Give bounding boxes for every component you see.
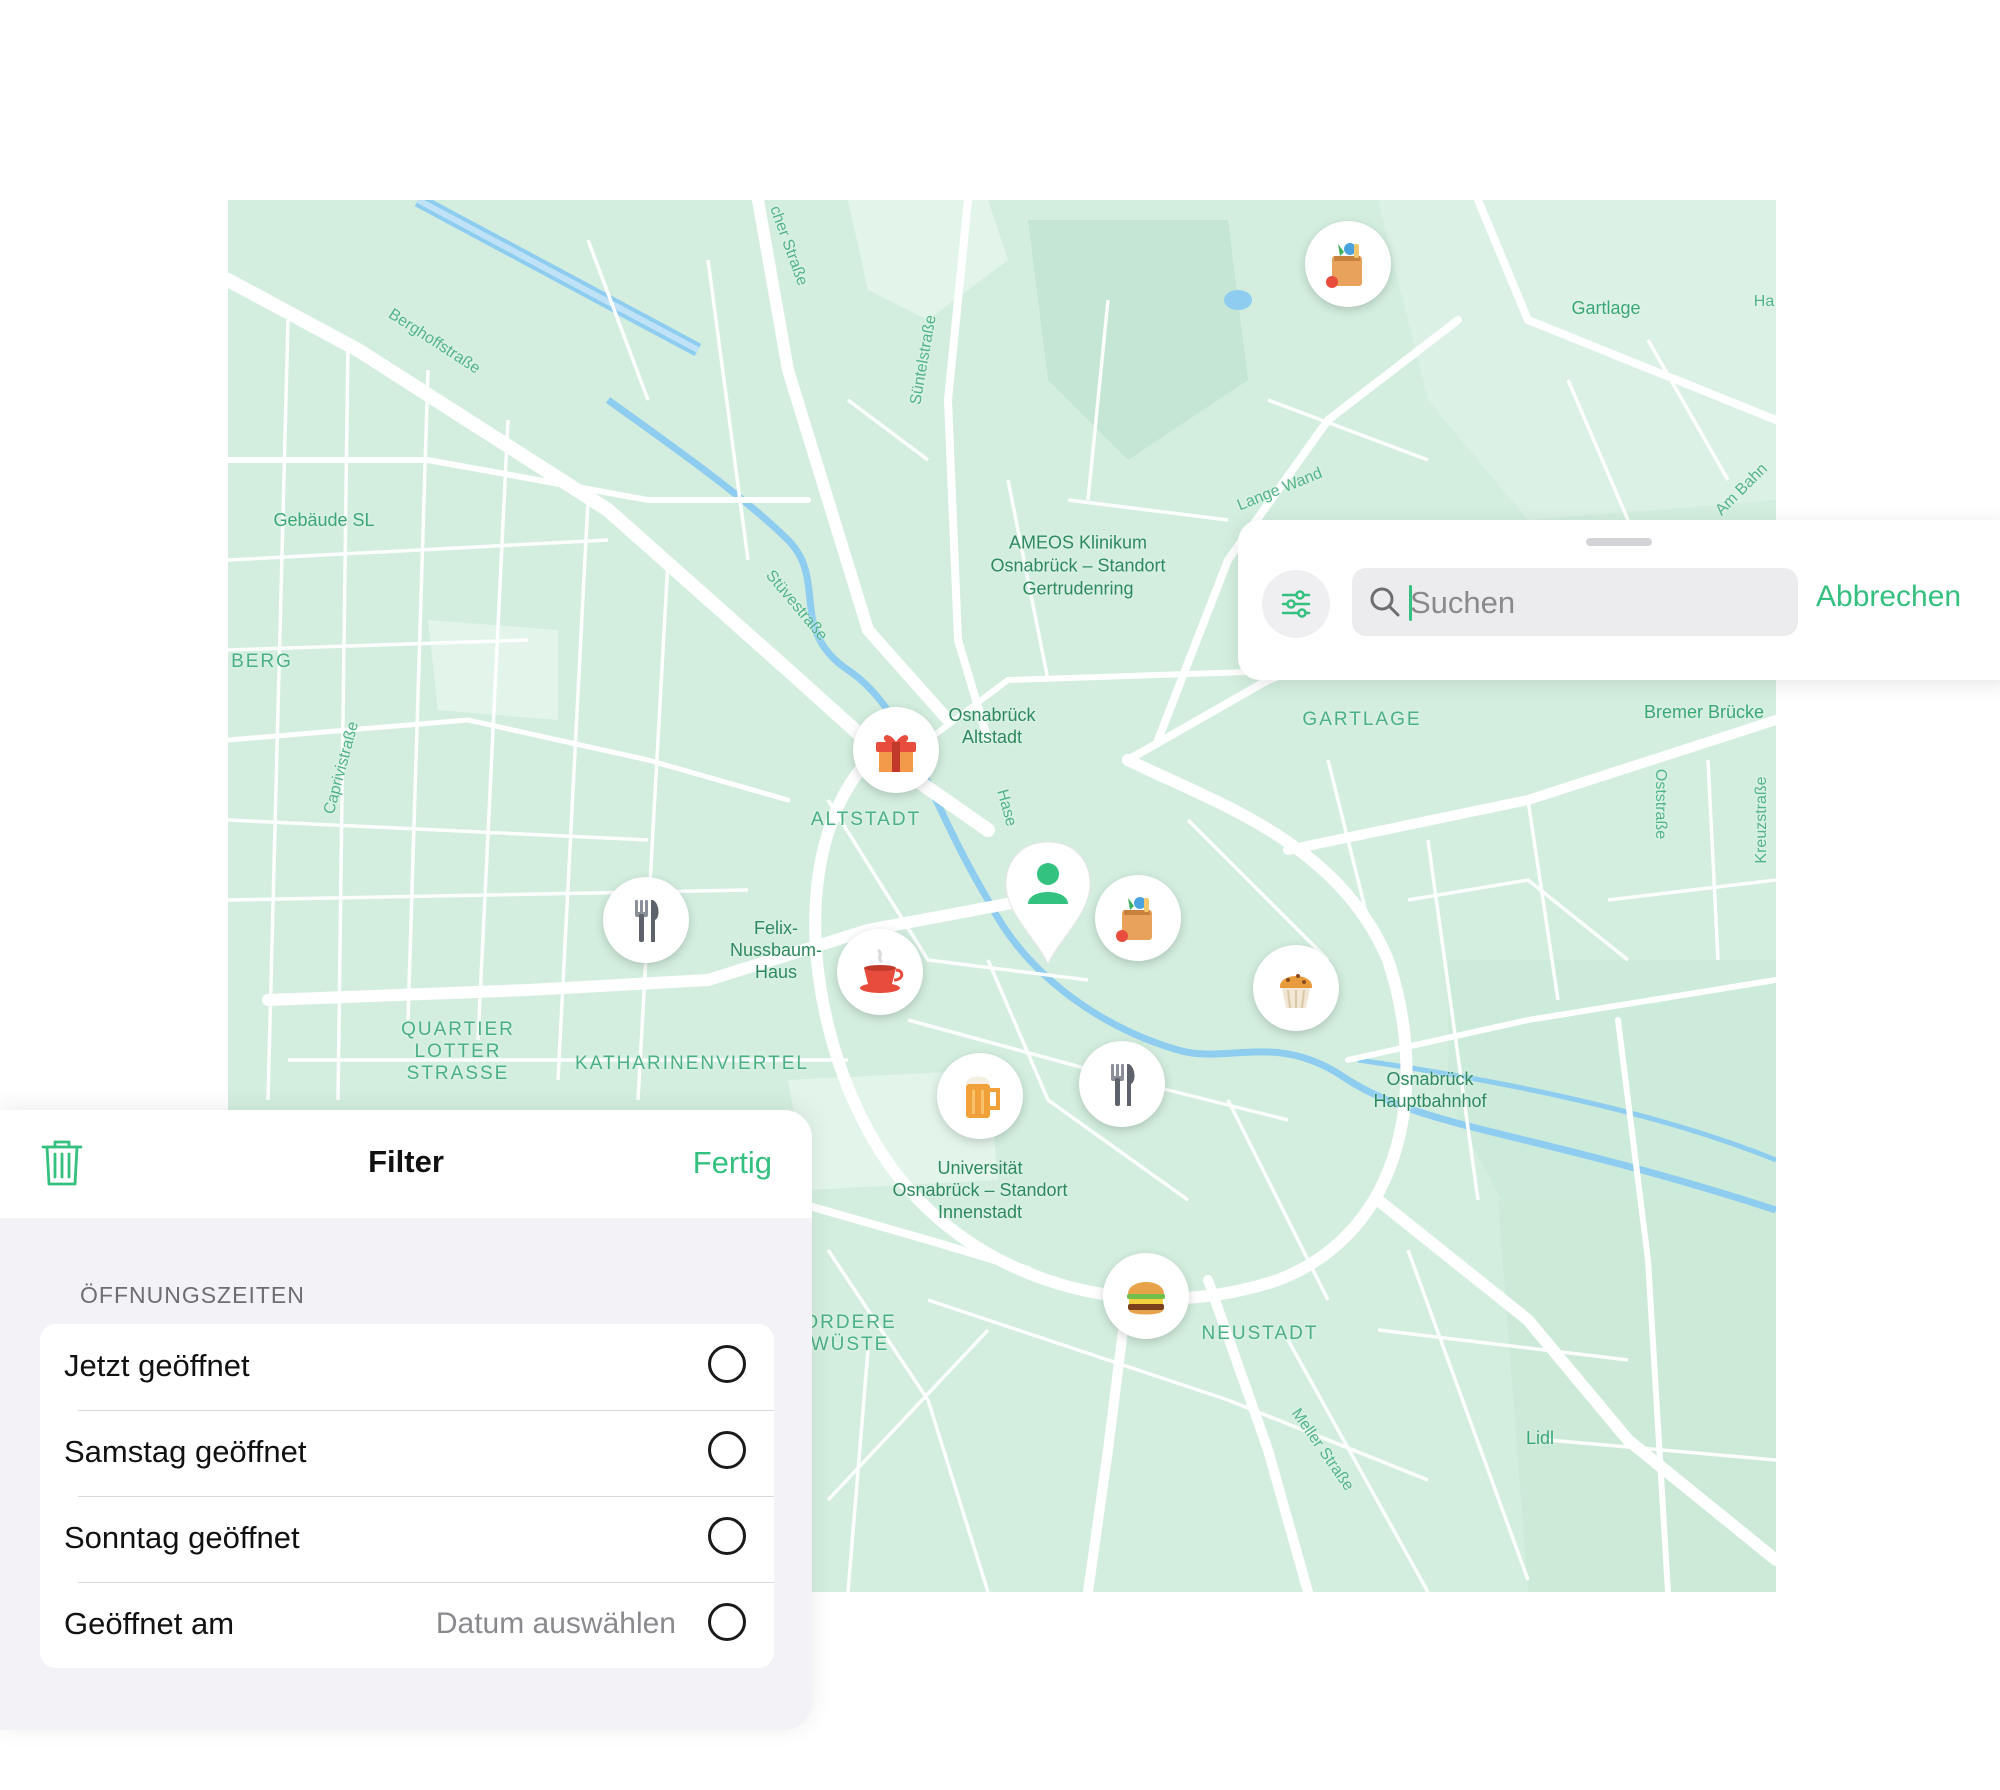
map-marker-gift[interactable]: [853, 707, 939, 793]
radio-button[interactable]: [708, 1517, 746, 1555]
map-label-hauptbahnhof: Osnabrück Hauptbahnhof: [1373, 1069, 1487, 1111]
map-label-ameos: AMEOS Klinikum Osnabrück – Standort Gert…: [990, 532, 1166, 599]
burger-icon: [1127, 1282, 1165, 1315]
text-caret: [1409, 585, 1412, 621]
muffin-icon: [1279, 974, 1313, 1009]
map-label-berg: BERG: [231, 651, 293, 672]
beer-mug-icon: [966, 1076, 1000, 1118]
search-input[interactable]: [1408, 578, 1782, 628]
search-panel: Abbrechen: [1238, 520, 2000, 680]
map-label-katharinenviertel: KATHARINENVIERTEL: [575, 1053, 809, 1074]
option-open-now[interactable]: Jetzt geöffnet: [40, 1324, 774, 1410]
radio-button[interactable]: [708, 1345, 746, 1383]
search-field[interactable]: [1352, 568, 1798, 636]
map-marker-grocery-2[interactable]: [1095, 875, 1181, 961]
radio-button[interactable]: [708, 1603, 746, 1641]
gift-icon: [876, 735, 916, 772]
filter-sheet: Filter Fertig ÖFFNUNGSZEITEN Jetzt geöff…: [0, 1110, 812, 1730]
option-label: Jetzt geöffnet: [64, 1348, 250, 1383]
option-label: Sonntag geöffnet: [64, 1520, 300, 1555]
opening-hours-list: Jetzt geöffnet Samstag geöffnet Sonntag …: [40, 1324, 774, 1668]
map-marker-bar[interactable]: [937, 1053, 1023, 1139]
map-label-lidl: Lidl: [1525, 1428, 1555, 1448]
map-label-felix-nussbaum-haus: Felix- Nussbaum- Haus: [729, 918, 823, 982]
map-label-neustadt: NEUSTADT: [1201, 1323, 1319, 1344]
coffee-cup-icon: [860, 948, 904, 993]
map-marker-grocery[interactable]: [1305, 221, 1391, 307]
option-open-saturday[interactable]: Samstag geöffnet: [40, 1410, 774, 1496]
map-label-gartlage: Gartlage: [1571, 298, 1641, 318]
done-button[interactable]: Fertig: [693, 1145, 772, 1181]
option-open-on-date[interactable]: Geöffnet am Datum auswählen: [40, 1582, 774, 1668]
cutlery-icon: [635, 900, 659, 942]
cancel-button[interactable]: Abbrechen: [1816, 580, 1961, 614]
map-label-ha: Ha: [1753, 293, 1775, 310]
map-label-osnabrueck-altstadt: Osnabrück Altstadt: [948, 705, 1036, 747]
map-marker-cafe[interactable]: [837, 929, 923, 1015]
map-label-gartlage-district: GARTLAGE: [1302, 709, 1422, 730]
map-label-altstadt-district: ALTSTADT: [810, 809, 922, 830]
person-pin-icon[interactable]: [1002, 838, 1094, 968]
map-label-hintere-wueste: ORDERE WÜSTE: [803, 1312, 897, 1355]
section-header-opening-hours: ÖFFNUNGSZEITEN: [80, 1282, 305, 1308]
map-marker-bakery[interactable]: [1253, 945, 1339, 1031]
option-label: Samstag geöffnet: [64, 1434, 307, 1469]
grocery-bag-icon: [1326, 243, 1362, 288]
option-open-sunday[interactable]: Sonntag geöffnet: [40, 1496, 774, 1582]
drag-handle[interactable]: [1586, 538, 1652, 546]
map-marker-restaurant-2[interactable]: [1079, 1041, 1165, 1127]
map-marker-restaurant[interactable]: [603, 877, 689, 963]
magnifier-icon: [1370, 587, 1400, 617]
filter-title: Filter: [368, 1144, 444, 1179]
map-label-bremer-bruecke: Bremer Brücke: [1643, 702, 1765, 722]
cutlery-icon: [1111, 1064, 1135, 1106]
grocery-bag-icon: [1116, 897, 1152, 942]
date-picker-link[interactable]: Datum auswählen: [436, 1607, 676, 1641]
sliders-icon: [1281, 590, 1311, 618]
map-label-universitaet: Universität Osnabrück – Standort Innenst…: [892, 1158, 1068, 1222]
radio-button[interactable]: [708, 1431, 746, 1469]
map-label-quartier-lotter-strasse: QUARTIER LOTTER STRASSE: [401, 1019, 515, 1084]
map-marker-burger[interactable]: [1103, 1253, 1189, 1339]
option-label: Geöffnet am: [64, 1606, 235, 1641]
filter-button[interactable]: [1262, 570, 1330, 638]
map-label-gebaeude-sl: Gebäude SL: [273, 510, 375, 530]
map-label-oststrasse: Oststraße: [1652, 768, 1669, 840]
map-label-kreuzstrasse: Kreuzstraße: [1753, 776, 1770, 864]
filter-header: Filter Fertig: [0, 1110, 812, 1218]
